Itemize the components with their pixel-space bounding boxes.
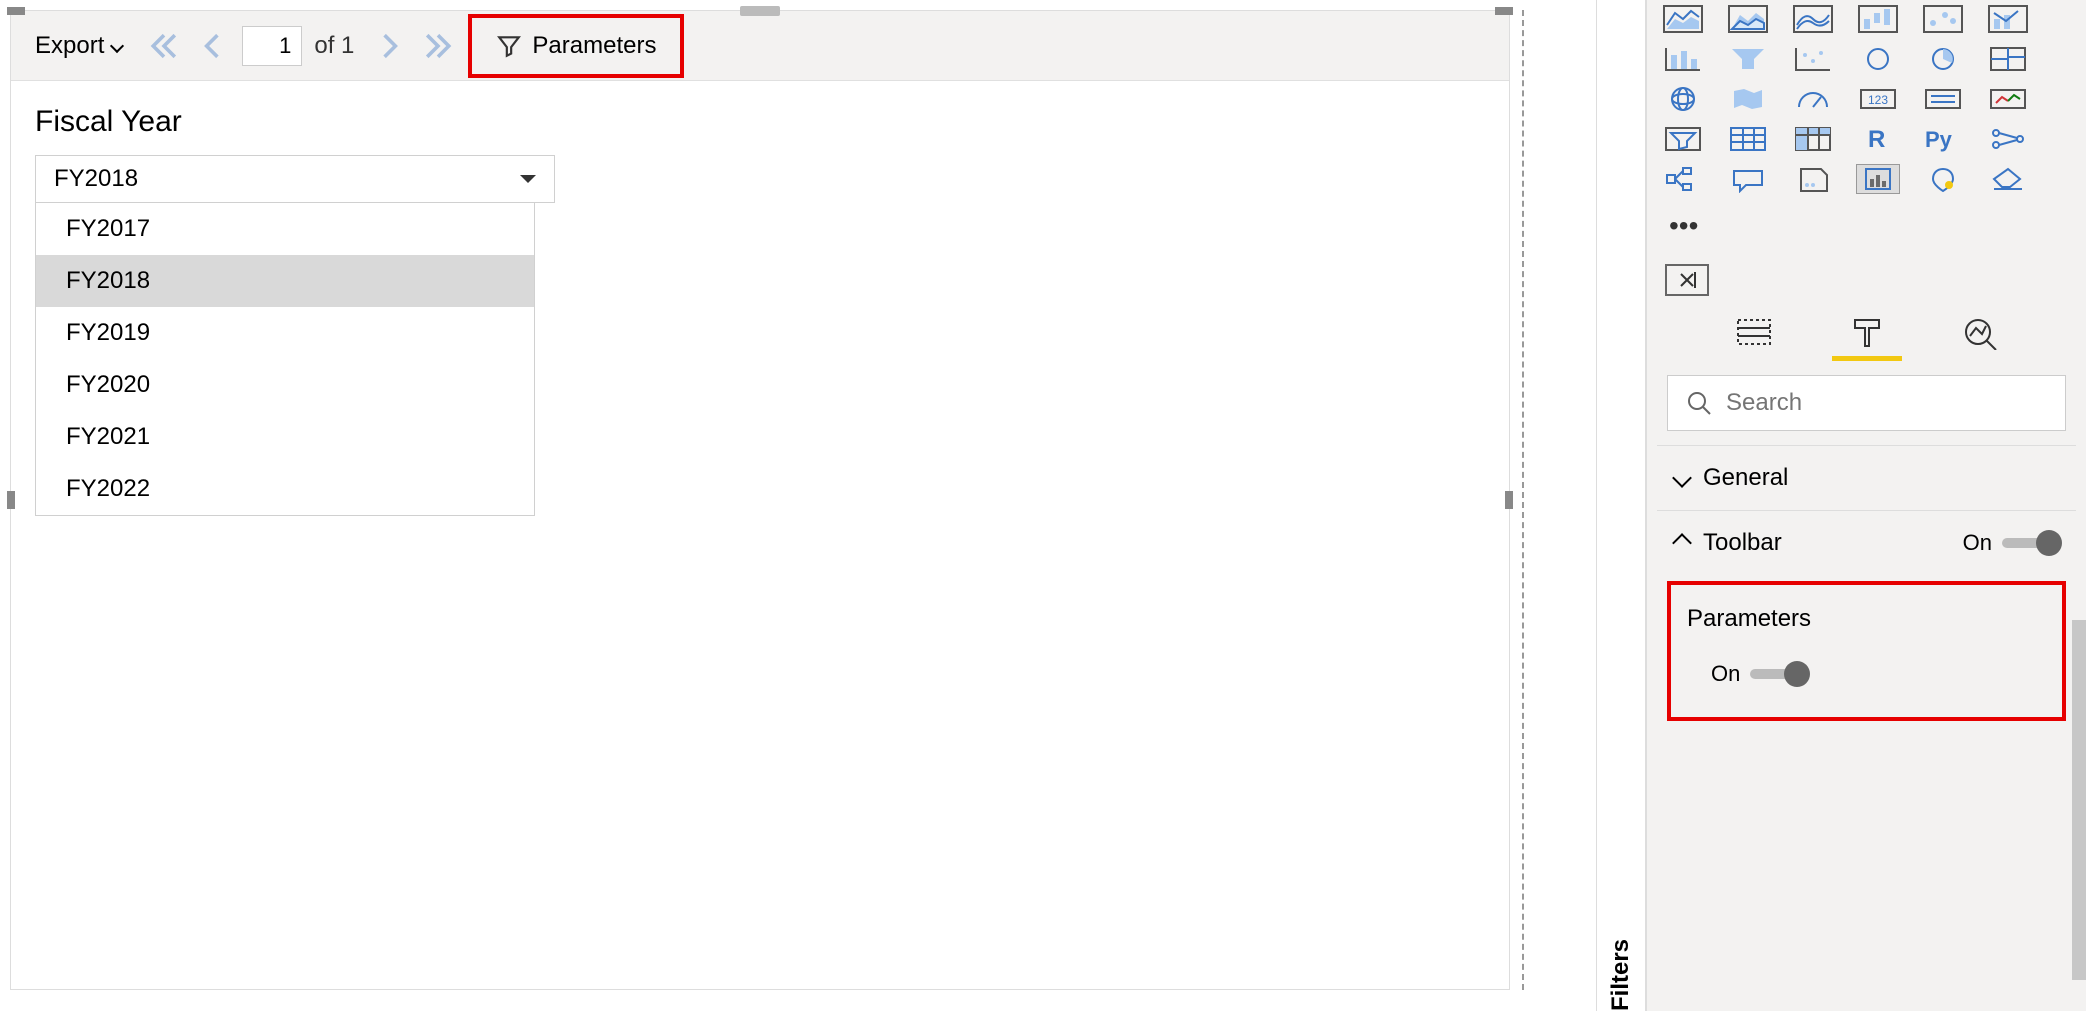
combo-dropdown-list: FY2017 FY2018 FY2019 FY2020 FY2021 FY202…	[35, 202, 535, 516]
viz-python-icon[interactable]: Py	[1921, 124, 1965, 154]
fiscal-year-combo[interactable]: FY2018 FY2017 FY2018 FY2019 FY2020 FY202…	[35, 155, 555, 203]
viz-area-chart-icon[interactable]	[1661, 4, 1705, 34]
report-body: Fiscal Year FY2018 FY2017 FY2018 FY2019 …	[11, 81, 1509, 227]
general-label: General	[1703, 464, 1788, 492]
toolbar-toggle[interactable]: On	[1963, 530, 2058, 556]
next-page-button[interactable]	[372, 28, 408, 64]
combo-option[interactable]: FY2021	[36, 411, 534, 463]
filters-pane-tab[interactable]: Filters	[1596, 0, 1646, 1011]
format-search[interactable]	[1667, 375, 2066, 431]
viz-scatter-icon[interactable]	[1921, 4, 1965, 34]
resize-handle[interactable]	[1495, 7, 1513, 15]
search-icon	[1686, 390, 1712, 416]
chevron-down-icon	[1672, 468, 1692, 488]
viz-slicer-icon[interactable]	[1661, 124, 1705, 154]
switch-icon	[1750, 669, 1806, 679]
more-visuals-button[interactable]: •••	[1657, 204, 2076, 248]
viz-key-influencers-icon[interactable]	[1986, 124, 2030, 154]
chevron-up-icon	[1672, 533, 1692, 553]
highlight-parameters: Parameters	[468, 14, 684, 78]
caret-down-icon	[520, 175, 536, 183]
viz-kpi-icon[interactable]	[1986, 84, 2030, 114]
format-tabs	[1657, 296, 2076, 361]
combo-option[interactable]: FY2022	[36, 463, 534, 515]
visualization-gallery: 123 R Py	[1657, 0, 2076, 204]
highlight-parameters-setting: Parameters On	[1667, 581, 2066, 721]
viz-eraser-icon[interactable]	[1986, 164, 2030, 194]
report-canvas[interactable]: Export of 1 Parameters	[10, 10, 1510, 990]
canvas-edge-marker	[1522, 10, 1524, 990]
export-button[interactable]: Export	[23, 24, 134, 68]
parameters-section-label: Parameters	[1687, 605, 2046, 633]
viz-filled-map-icon[interactable]	[1726, 84, 1770, 114]
parameters-toggle[interactable]: On	[1687, 661, 2046, 687]
combo-option[interactable]: FY2019	[36, 307, 534, 359]
viz-funnel-icon[interactable]	[1726, 44, 1770, 74]
svg-text:123: 123	[1868, 93, 1888, 107]
format-tab[interactable]	[1842, 314, 1892, 361]
viz-narrative-icon[interactable]	[1791, 164, 1835, 194]
combo-display[interactable]: FY2018	[35, 155, 555, 203]
viz-ribbon-icon[interactable]	[1791, 4, 1835, 34]
parameters-label: Parameters	[532, 32, 656, 60]
viz-bar-icon[interactable]	[1661, 44, 1705, 74]
resize-handle[interactable]	[7, 7, 25, 15]
combo-selected-value: FY2018	[54, 165, 138, 193]
report-toolbar: Export of 1 Parameters	[11, 11, 1509, 81]
search-input[interactable]	[1726, 389, 2047, 417]
switch-icon	[2002, 538, 2058, 548]
general-section-header[interactable]: General	[1657, 445, 2076, 510]
visualizations-pane: 123 R Py •••	[1646, 0, 2086, 1011]
prev-page-button[interactable]	[194, 28, 230, 64]
combo-option[interactable]: FY2018	[36, 255, 534, 307]
page-total-label: of 1	[314, 32, 354, 60]
resize-handle[interactable]	[740, 6, 780, 16]
page-number-input[interactable]	[242, 26, 302, 66]
fields-tab[interactable]	[1729, 314, 1779, 361]
viz-multirow-card-icon[interactable]	[1921, 84, 1965, 114]
svg-text:Py: Py	[1925, 127, 1953, 152]
viz-dot-plot-icon[interactable]	[1791, 44, 1835, 74]
resize-handle[interactable]	[1505, 491, 1513, 509]
viz-paginated-icon[interactable]	[1856, 164, 1900, 194]
viz-table-icon[interactable]	[1726, 124, 1770, 154]
viz-waterfall-icon[interactable]	[1856, 4, 1900, 34]
viz-arcgis-icon[interactable]	[1921, 164, 1965, 194]
toolbar-section-label: Toolbar	[1703, 529, 1782, 557]
viz-card-icon[interactable]: 123	[1856, 84, 1900, 114]
viz-decomposition-icon[interactable]	[1661, 164, 1705, 194]
viz-matrix-icon[interactable]	[1791, 124, 1835, 154]
resize-handle[interactable]	[7, 491, 15, 509]
viz-combo-icon[interactable]	[1986, 4, 2030, 34]
analytics-tab[interactable]	[1955, 314, 2005, 361]
combo-option[interactable]: FY2017	[36, 203, 534, 255]
toolbar-section-header[interactable]: Toolbar On	[1657, 510, 2076, 575]
chevron-down-icon	[110, 38, 124, 52]
export-label: Export	[35, 32, 104, 60]
viz-treemap-icon[interactable]	[1986, 44, 2030, 74]
scrollbar-thumb[interactable]	[2072, 620, 2086, 980]
viz-gauge-icon[interactable]	[1791, 84, 1835, 114]
viz-globe-icon[interactable]	[1661, 84, 1705, 114]
parameter-title: Fiscal Year	[35, 105, 1485, 139]
filters-label: Filters	[1607, 8, 1635, 1011]
toggle-state: On	[1963, 530, 1992, 556]
viz-pie-icon[interactable]	[1921, 44, 1965, 74]
viz-donut-icon[interactable]	[1856, 44, 1900, 74]
last-page-button[interactable]	[420, 28, 456, 64]
viz-r-icon[interactable]: R	[1856, 124, 1900, 154]
combo-option[interactable]: FY2020	[36, 359, 534, 411]
funnel-icon	[496, 33, 522, 59]
remove-field-button[interactable]	[1665, 264, 1709, 296]
parameters-button[interactable]: Parameters	[478, 22, 674, 70]
toggle-state: On	[1711, 661, 1740, 687]
viz-qa-icon[interactable]	[1726, 164, 1770, 194]
first-page-button[interactable]	[146, 28, 182, 64]
svg-text:R: R	[1868, 126, 1885, 153]
viz-stacked-area-icon[interactable]	[1726, 4, 1770, 34]
